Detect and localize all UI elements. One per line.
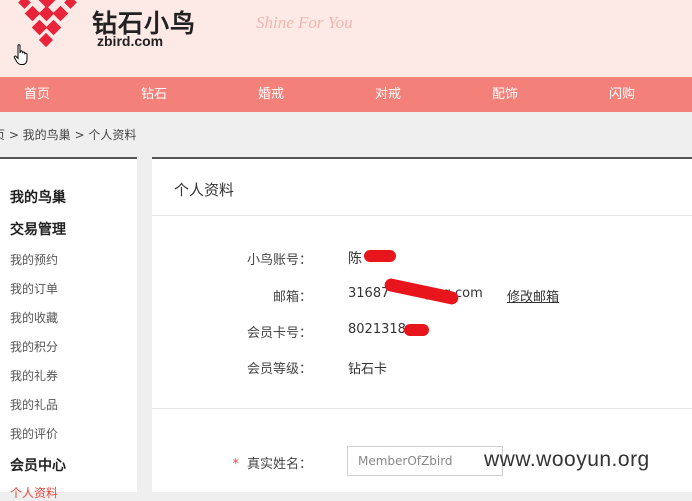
nav-item-wedding-ring[interactable]: 婚戒 xyxy=(258,77,284,112)
sidebar-item-gifts[interactable]: 我的礼品 xyxy=(10,396,58,413)
account-sidebar: 我的鸟巢 交易管理 我的预约 我的订单 我的收藏 我的积分 我的礼券 我的礼品 … xyxy=(0,157,137,500)
sidebar-item-reviews[interactable]: 我的评价 xyxy=(10,425,58,442)
real-name-label: * 真实姓名： xyxy=(152,453,312,472)
required-marker: * xyxy=(232,457,239,472)
site-header: 钻石小鸟 zbird.com Shine For You xyxy=(0,0,692,77)
main-nav: 首页 钻石 婚戒 对戒 配饰 闪购 xyxy=(0,77,692,112)
brand-domain[interactable]: zbird.com xyxy=(97,33,163,49)
sidebar-item-orders[interactable]: 我的订单 xyxy=(10,280,58,297)
title-divider xyxy=(152,215,692,216)
edit-email-link[interactable]: 修改邮箱 xyxy=(507,286,559,305)
sidebar-item-appointments[interactable]: 我的预约 xyxy=(10,251,58,268)
diamond-lattice-logo-icon[interactable] xyxy=(14,0,84,48)
sidebar-item-favorites[interactable]: 我的收藏 xyxy=(10,309,58,326)
sidebar-item-coupons[interactable]: 我的礼券 xyxy=(10,367,58,384)
real-name-label-text: 真实姓名： xyxy=(246,457,312,472)
hand-pointer-icon xyxy=(13,44,28,65)
real-name-input[interactable] xyxy=(347,446,503,476)
sidebar-item-profile[interactable]: 个人资料 xyxy=(10,484,58,501)
email-value-start: 31687 xyxy=(348,286,390,301)
account-value: 陈 xyxy=(348,251,362,267)
redaction-mark xyxy=(404,324,429,336)
watermark: www.wooyun.org xyxy=(484,448,650,471)
breadcrumb[interactable]: 页 > 我的鸟巢 > 个人资料 xyxy=(0,126,136,143)
member-level-label: 会员等级： xyxy=(246,362,312,377)
brand-slogan: Shine For You xyxy=(256,13,353,32)
member-card-value: 8021318 xyxy=(348,322,406,337)
redaction-mark xyxy=(383,277,460,306)
sidebar-heading-member-center: 会员中心 xyxy=(10,458,66,474)
nav-item-couple-rings[interactable]: 对戒 xyxy=(375,77,401,112)
nav-item-diamond[interactable]: 钻石 xyxy=(141,77,167,112)
sidebar-heading-my-nest[interactable]: 我的鸟巢 xyxy=(10,187,66,207)
email-label: 邮箱： xyxy=(272,290,312,305)
sidebar-item-points[interactable]: 我的积分 xyxy=(10,338,58,355)
member-level-value: 钻石卡 xyxy=(348,362,388,377)
profile-panel: 个人资料 小鸟账号： 陈 邮箱： 31687@qq.com 修改邮箱 会员卡号：… xyxy=(152,157,692,492)
nav-item-accessories[interactable]: 配饰 xyxy=(492,77,518,112)
sidebar-heading-trade: 交易管理 xyxy=(10,222,66,238)
section-divider xyxy=(152,408,692,409)
member-card-label: 会员卡号： xyxy=(246,326,312,341)
account-label: 小鸟账号： xyxy=(246,253,312,268)
nav-item-flash-sale[interactable]: 闪购 xyxy=(609,77,635,112)
redaction-mark xyxy=(364,250,396,262)
page-title: 个人资料 xyxy=(174,181,235,199)
nav-item-home[interactable]: 首页 xyxy=(24,77,50,112)
